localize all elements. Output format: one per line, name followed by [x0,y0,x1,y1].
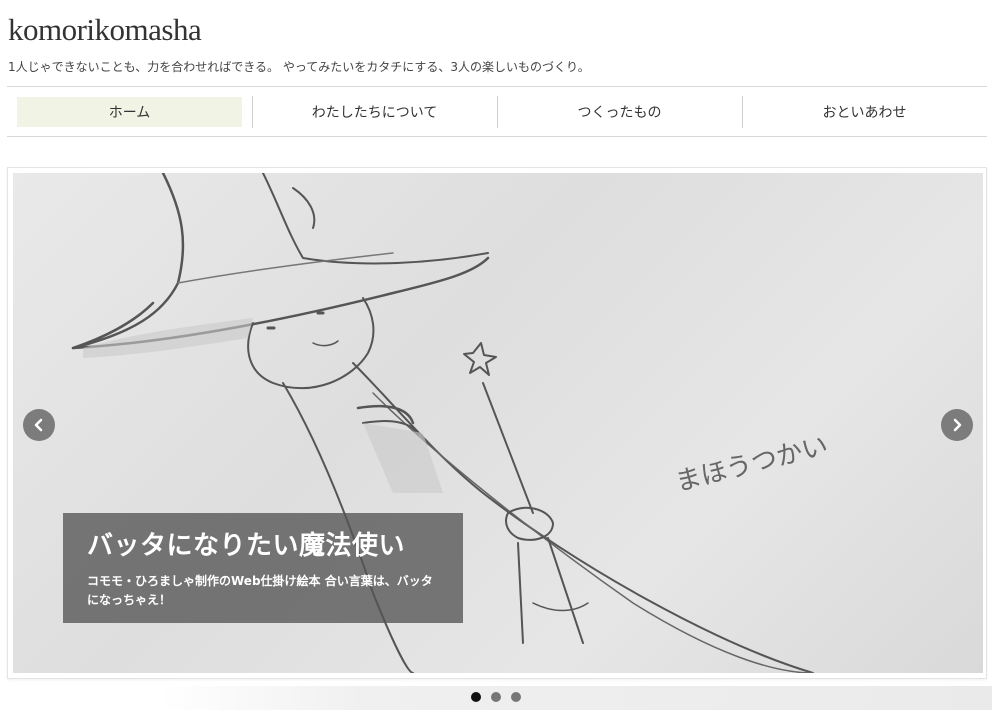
page: komorikomasha 1人じゃできないことも、力を合わせればできる。 やっ… [0,0,992,710]
slider-shadow [160,686,992,710]
nav-item-label: わたしたちについて [311,104,438,121]
hero-slider: まほうつかい バッタになりたい魔法使い コモモ・ひろましゃ制作のWeb仕掛け絵本… [7,167,987,679]
slide-caption-title: バッタになりたい魔法使い [87,531,406,561]
nav-item-label: おといあわせ [822,104,907,121]
nav-item-works[interactable]: つくったもの [497,95,742,128]
slider-pagination [471,692,521,702]
main-nav: ホーム わたしたちについて つくったもの おといあわせ [7,86,987,137]
slider-dot-2[interactable] [491,692,501,702]
chevron-right-icon [953,418,962,432]
nav-item-contact[interactable]: おといあわせ [742,95,987,128]
slide-image[interactable]: まほうつかい バッタになりたい魔法使い コモモ・ひろましゃ制作のWeb仕掛け絵本… [13,173,983,673]
slider-prev-button[interactable] [23,409,55,441]
slide-caption[interactable]: バッタになりたい魔法使い コモモ・ひろましゃ制作のWeb仕掛け絵本 合い言葉は、… [63,513,463,623]
nav-item-about[interactable]: わたしたちについて [252,95,497,128]
nav-item-label: つくったもの [577,104,662,121]
site-tagline: 1人じゃできないことも、力を合わせればできる。 やってみたいをカタチにする、3人… [8,60,590,74]
slide-caption-text: コモモ・ひろましゃ制作のWeb仕掛け絵本 合い言葉は、バッタになっちゃえ！ [87,574,433,607]
slider-dot-3[interactable] [511,692,521,702]
site-title[interactable]: komorikomasha [8,12,202,48]
chevron-left-icon [34,418,43,432]
nav-item-home[interactable]: ホーム [7,96,252,127]
slider-next-button[interactable] [941,409,973,441]
nav-item-label: ホーム [108,104,151,121]
slider-dot-1[interactable] [471,692,481,702]
sketch-handwriting: まほうつかい [672,431,831,498]
